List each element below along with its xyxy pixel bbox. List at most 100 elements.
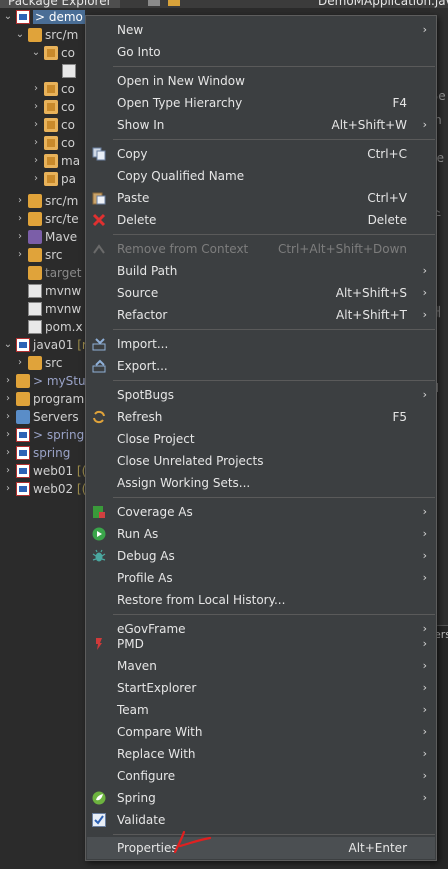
tree-row[interactable]: › src [14,354,63,372]
tree-row-label: pom.x [45,320,83,334]
expand-toggle-icon[interactable]: › [2,444,14,462]
tree-row-project[interactable]: › web02 [( [2,480,86,498]
menu-item-show-in[interactable]: Show In Alt+Shift+W › [87,114,435,136]
tree-row[interactable]: mvnw [14,300,81,318]
menu-separator [113,329,435,330]
tree-row[interactable]: ⌄ src/m [14,26,78,44]
tree-row[interactable]: pom.x [14,318,83,336]
submenu-arrow-icon: › [422,23,427,36]
menu-item-refactor[interactable]: Refactor Alt+Shift+T › [87,304,435,326]
menu-item-validate[interactable]: Validate [87,809,435,831]
expand-toggle-icon[interactable]: ⌄ [2,8,14,26]
menu-item-go-into[interactable]: Go Into [87,41,435,63]
expand-toggle-icon[interactable]: › [14,354,26,372]
menu-item-properties[interactable]: Properties Alt+Enter [87,837,435,859]
expand-toggle-icon[interactable]: › [14,192,26,210]
submenu-arrow-icon: › [422,505,427,518]
menu-item-open-type-hierarchy[interactable]: Open Type Hierarchy F4 [87,92,435,114]
expand-toggle-icon[interactable]: › [30,98,42,116]
tree-row[interactable]: › co [30,134,75,152]
expand-toggle-icon[interactable]: › [2,462,14,480]
tree-row-label: src/m [45,28,79,42]
menu-item-export[interactable]: Export... [87,355,435,377]
tree-row-project[interactable]: › > spring [2,426,84,444]
expand-toggle-icon[interactable]: › [2,408,14,426]
package-icon [44,45,58,60]
expand-toggle-icon[interactable]: ⌄ [14,26,26,44]
menu-item-configure[interactable]: Configure › [87,765,435,787]
tree-row[interactable]: › src [14,246,63,264]
menu-item-spring[interactable]: Spring › [87,787,435,809]
project-icon [16,337,30,352]
menu-item-assign-working-sets[interactable]: Assign Working Sets... [87,472,435,494]
expand-toggle-icon[interactable]: › [30,80,42,98]
tree-row-project[interactable]: › Servers [2,408,79,426]
menu-item-refresh[interactable]: Refresh F5 [87,406,435,428]
menu-item-paste[interactable]: Paste Ctrl+V [87,187,435,209]
expand-toggle-icon[interactable]: › [30,116,42,134]
expand-toggle-icon[interactable]: › [14,246,26,264]
menu-item-delete[interactable]: Delete Delete [87,209,435,231]
menu-item-close-unrelated-projects[interactable]: Close Unrelated Projects [87,450,435,472]
menu-item-new[interactable]: New › [87,19,435,41]
tree-row-label: > demo [33,10,85,24]
tab-editor-file[interactable]: DemoMApplication.java [300,0,448,8]
tree-row[interactable]: › co [30,116,75,134]
link-with-editor-icon[interactable] [168,0,180,6]
java-file-icon [62,63,76,78]
tab-package-explorer[interactable]: Package Explorer [0,0,120,8]
menu-item-replace-with[interactable]: Replace With › [87,743,435,765]
menu-item-profile-as[interactable]: Profile As › [87,567,435,589]
expand-toggle-icon[interactable]: › [14,228,26,246]
expand-toggle-icon[interactable]: › [2,372,14,390]
expand-toggle-icon[interactable]: › [30,170,42,188]
expand-toggle-icon[interactable]: › [2,426,14,444]
tree-row[interactable]: › Mave [14,228,77,246]
tree-row[interactable]: target [14,264,82,282]
menu-item-source[interactable]: Source Alt+Shift+S › [87,282,435,304]
menu-item-maven[interactable]: Maven › [87,655,435,677]
tree-row-project[interactable]: › spring [2,444,70,462]
menu-item-spotbugs[interactable]: SpotBugs › [87,384,435,406]
tree-row-label: Servers [33,410,79,424]
collapse-all-icon[interactable] [148,0,160,6]
tree-row-project-demo[interactable]: ⌄ > demo [2,8,85,26]
tree-row-label: > myStu [33,374,86,388]
tree-row[interactable]: › pa [30,170,76,188]
expand-toggle-icon[interactable]: › [30,152,42,170]
context-menu[interactable]: New › Go Into Open in New Window Open Typ… [85,15,437,861]
menu-item-startexplorer[interactable]: StartExplorer › [87,677,435,699]
expand-toggle-icon[interactable]: ⌄ [2,336,14,354]
menu-item-run-as[interactable]: Run As › [87,523,435,545]
menu-item-copy[interactable]: Copy Ctrl+C [87,143,435,165]
menu-item-debug-as[interactable]: Debug As › [87,545,435,567]
pmd-icon [96,638,102,650]
menu-item-close-project[interactable]: Close Project [87,428,435,450]
menu-item-copy-qualified-name[interactable]: Copy Qualified Name [87,165,435,187]
tree-row[interactable]: › co [30,98,75,116]
expand-toggle-icon[interactable]: › [14,210,26,228]
menu-item-compare-with[interactable]: Compare With › [87,721,435,743]
menu-item-restore-from-local-history[interactable]: Restore from Local History... [87,589,435,611]
tree-row-project[interactable]: › web01 [( [2,462,86,480]
tree-row[interactable]: › src/m [14,192,78,210]
menu-item-pmd[interactable]: PMD › [87,633,435,655]
menu-item-build-path[interactable]: Build Path › [87,260,435,282]
tree-row-project[interactable]: › program [2,390,84,408]
expand-toggle-icon[interactable]: ⌄ [30,44,42,62]
tree-row[interactable]: ⌄ co [30,44,75,62]
menu-item-open-in-new-window[interactable]: Open in New Window [87,70,435,92]
tree-row[interactable]: › co [30,80,75,98]
expand-toggle-icon[interactable]: › [30,134,42,152]
tree-row[interactable]: mvnw [14,282,81,300]
tree-row-project[interactable]: › > myStu [2,372,86,390]
tree-row-project[interactable]: ⌄ java01 [r [2,336,87,354]
expand-toggle-icon[interactable]: › [2,390,14,408]
menu-item-coverage-as[interactable]: Coverage As › [87,501,435,523]
expand-toggle-icon[interactable]: › [2,480,14,498]
tree-row[interactable] [48,62,79,80]
menu-item-team[interactable]: Team › [87,699,435,721]
tree-row[interactable]: › src/te [14,210,79,228]
tree-row[interactable]: › ma [30,152,80,170]
menu-item-import[interactable]: Import... [87,333,435,355]
